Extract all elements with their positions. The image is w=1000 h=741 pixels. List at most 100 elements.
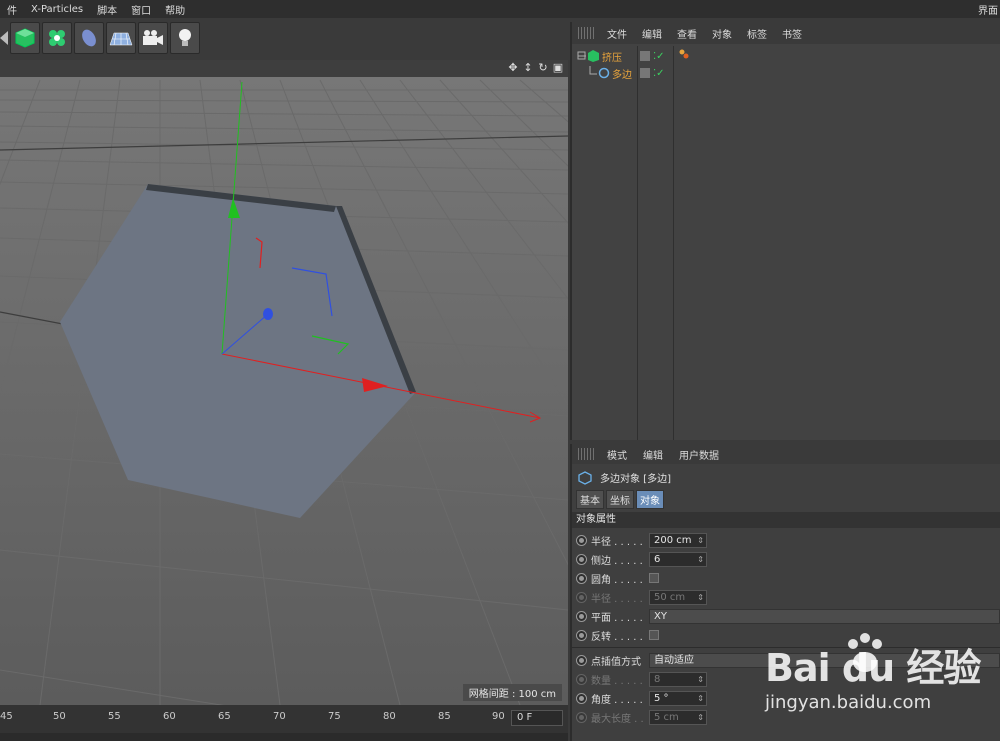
om-menu-file[interactable]: 文件 bbox=[600, 26, 635, 41]
timeline-tick: 85 bbox=[438, 711, 451, 722]
timeline-tick: 65 bbox=[218, 711, 231, 722]
animate-radio-icon bbox=[576, 591, 587, 603]
tab-coord[interactable]: 坐标 bbox=[606, 490, 634, 509]
maximize-icon[interactable]: ▣ bbox=[552, 61, 564, 75]
watermark-url: jingyan.baidu.com bbox=[765, 692, 932, 713]
animate-radio-icon bbox=[576, 673, 587, 685]
panel-grip-icon[interactable] bbox=[578, 448, 594, 460]
polygon-spline-icon bbox=[589, 66, 610, 79]
animate-radio-icon[interactable] bbox=[576, 572, 587, 584]
rotate-icon[interactable]: ↻ bbox=[537, 61, 549, 75]
param-label: 最大长度 . . bbox=[591, 713, 644, 725]
param-label: 角度 . . . . . bbox=[591, 694, 643, 706]
viewport-3d[interactable]: ✥ ↕ ↻ ▣ 网格间距 : 100 cm bbox=[0, 60, 568, 705]
menu-script[interactable]: 脚本 bbox=[90, 2, 124, 17]
max-length-input: 5 cm ⇕ bbox=[649, 709, 707, 725]
object-name[interactable]: 挤压 bbox=[602, 49, 622, 64]
menu-window[interactable]: 窗口 bbox=[124, 2, 158, 17]
polygon-spline-icon bbox=[578, 470, 592, 485]
param-radius: 半径 . . . . . 200 cm ⇕ bbox=[576, 531, 1000, 549]
layer-icon[interactable] bbox=[640, 68, 650, 78]
animate-radio-icon[interactable] bbox=[576, 629, 587, 641]
zoom-icon[interactable]: ↕ bbox=[522, 61, 534, 75]
am-menu-mode[interactable]: 模式 bbox=[600, 447, 636, 462]
timeline-tick: 50 bbox=[53, 711, 66, 722]
om-menu-bookmarks[interactable]: 书签 bbox=[775, 26, 810, 41]
tag-icon[interactable] bbox=[678, 48, 690, 63]
extrude-icon bbox=[577, 50, 599, 62]
menu-file[interactable]: 件 bbox=[0, 2, 24, 17]
layout-selector[interactable]: 界面 bbox=[978, 2, 998, 17]
toolbar-edge bbox=[0, 22, 8, 54]
extrude-cube-icon[interactable] bbox=[10, 22, 40, 54]
viewport-scene bbox=[0, 77, 568, 705]
panel-grip-icon[interactable] bbox=[578, 27, 594, 39]
animate-radio-icon[interactable] bbox=[576, 553, 587, 565]
timeline-tick: 90 bbox=[492, 711, 505, 722]
param-label: 侧边 . . . . . bbox=[591, 555, 643, 567]
object-title-text: 多边对象 [多边] bbox=[600, 474, 671, 485]
section-header: 对象属性 bbox=[572, 512, 1000, 528]
menu-bar: 件 X-Particles 脚本 窗口 帮助 界面 bbox=[0, 0, 1000, 18]
object-manager: 文件 编辑 查看 对象 标签 书签 挤压 多边 ⁚✓ ⁚✓ bbox=[570, 22, 1000, 440]
timeline-tick: 55 bbox=[108, 711, 121, 722]
timeline-tick: 70 bbox=[273, 711, 286, 722]
sides-input[interactable]: 6 ⇕ bbox=[649, 551, 707, 567]
rounding-radius-input: 50 cm ⇕ bbox=[649, 589, 707, 605]
param-label: 点插值方式 bbox=[591, 656, 641, 668]
am-menu-edit[interactable]: 编辑 bbox=[636, 447, 672, 462]
object-tree: 挤压 多边 bbox=[572, 46, 638, 440]
frame-field[interactable]: 0 F bbox=[511, 710, 563, 726]
cloner-icon[interactable] bbox=[42, 22, 72, 54]
object-row-polygon[interactable]: 多边 bbox=[588, 65, 632, 81]
param-plane: 平面 . . . . . XY bbox=[576, 607, 1000, 625]
am-menu-userdata[interactable]: 用户数据 bbox=[672, 447, 728, 462]
param-label: 半径 . . . . . bbox=[591, 593, 643, 605]
enabled-check-icon[interactable]: ⁚✓ bbox=[653, 51, 665, 62]
menu-help[interactable]: 帮助 bbox=[158, 2, 192, 17]
param-label: 平面 . . . . . bbox=[591, 612, 643, 624]
toolbar bbox=[0, 18, 570, 58]
tab-basic[interactable]: 基本 bbox=[576, 490, 604, 509]
timeline-tick: 75 bbox=[328, 711, 341, 722]
object-name[interactable]: 多边 bbox=[612, 66, 632, 81]
om-menu-tags[interactable]: 标签 bbox=[740, 26, 775, 41]
param-label: 反转 . . . . . bbox=[591, 631, 643, 643]
attribute-tabs: 基本 坐标 对象 bbox=[576, 490, 664, 509]
timeline[interactable]: 45 50 55 60 65 70 75 80 85 90 0 F bbox=[0, 705, 568, 741]
camera-icon[interactable] bbox=[138, 22, 168, 54]
plane-select[interactable]: XY bbox=[649, 608, 1000, 624]
radius-input[interactable]: 200 cm ⇕ bbox=[649, 532, 707, 548]
playback-bar bbox=[0, 733, 568, 741]
om-menu-edit[interactable]: 编辑 bbox=[635, 26, 670, 41]
timeline-ruler[interactable]: 45 50 55 60 65 70 75 80 85 90 bbox=[0, 707, 508, 729]
om-menu-object[interactable]: 对象 bbox=[705, 26, 740, 41]
om-menu-view[interactable]: 查看 bbox=[670, 26, 705, 41]
rounding-checkbox[interactable] bbox=[649, 573, 659, 583]
light-icon[interactable] bbox=[170, 22, 200, 54]
param-rounding-radius: 半径 . . . . . 50 cm ⇕ bbox=[576, 588, 1000, 606]
floor-grid-icon[interactable] bbox=[106, 22, 136, 54]
animate-radio-icon[interactable] bbox=[576, 654, 587, 666]
grid-spacing-label: 网格间距 : 100 cm bbox=[462, 684, 562, 701]
deformer-icon[interactable] bbox=[74, 22, 104, 54]
timeline-tick: 45 bbox=[0, 711, 13, 722]
enabled-check-icon[interactable]: ⁚✓ bbox=[653, 68, 665, 79]
animate-radio-icon[interactable] bbox=[576, 534, 587, 546]
layer-icon[interactable] bbox=[640, 51, 650, 61]
viewport-header: ✥ ↕ ↻ ▣ bbox=[0, 60, 568, 77]
animate-radio-icon[interactable] bbox=[576, 692, 587, 704]
animate-radio-icon[interactable] bbox=[576, 610, 587, 622]
attribute-manager-menu: 模式 编辑 用户数据 bbox=[572, 444, 1000, 464]
object-manager-menu: 文件 编辑 查看 对象 标签 书签 bbox=[572, 22, 1000, 44]
reverse-checkbox[interactable] bbox=[649, 630, 659, 640]
param-label: 半径 . . . . . bbox=[591, 536, 643, 548]
angle-input[interactable]: 5 ° ⇕ bbox=[649, 690, 707, 706]
object-row-extrude[interactable]: 挤压 bbox=[576, 48, 622, 64]
menu-x-particles[interactable]: X-Particles bbox=[24, 4, 90, 15]
animate-radio-icon bbox=[576, 711, 587, 723]
flags-row: ⁚✓ bbox=[640, 48, 665, 64]
timeline-tick: 60 bbox=[163, 711, 176, 722]
move-icon[interactable]: ✥ bbox=[507, 61, 519, 75]
tab-object[interactable]: 对象 bbox=[636, 490, 664, 509]
